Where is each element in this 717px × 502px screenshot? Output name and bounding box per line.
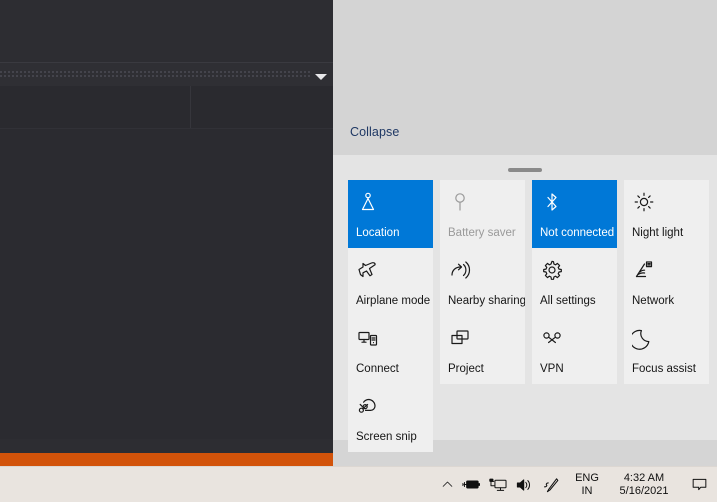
action-center-panel: Collapse Location Battery saver Not connec… bbox=[333, 0, 717, 467]
quick-action-tile-label: All settings bbox=[540, 295, 596, 307]
quick-action-tile-battery-saver: Battery saver bbox=[440, 180, 525, 248]
app-content-area bbox=[0, 128, 333, 440]
quick-action-tile-label: Network bbox=[632, 295, 675, 307]
quick-action-tile-nearby-sharing[interactable]: Nearby sharing bbox=[440, 248, 525, 316]
clock-date: 5/16/2021 bbox=[619, 484, 669, 497]
battery-saver-icon bbox=[448, 190, 472, 214]
notification-balloon-icon bbox=[692, 478, 706, 491]
quick-action-tile-empty bbox=[532, 384, 617, 452]
app-accent-bar bbox=[0, 453, 333, 467]
brightness-sun-icon bbox=[632, 190, 656, 214]
moon-icon bbox=[632, 326, 656, 350]
project-icon bbox=[448, 326, 472, 350]
pen-workspace-button[interactable] bbox=[537, 467, 567, 502]
volume-button[interactable] bbox=[511, 467, 537, 502]
clock-button[interactable]: 4:32 AM 5/16/2021 bbox=[607, 467, 681, 502]
quick-action-tile-empty bbox=[624, 384, 709, 452]
app-dotted-separator-row bbox=[0, 62, 333, 88]
quick-action-tile-label: Focus assist bbox=[632, 363, 696, 375]
wifi-icon bbox=[632, 258, 656, 282]
notifications-area: Collapse bbox=[333, 0, 717, 155]
quick-action-tile-label: Screen snip bbox=[356, 431, 417, 443]
app-subpanel bbox=[0, 86, 333, 129]
speaker-icon bbox=[516, 478, 530, 491]
background-application-window bbox=[0, 0, 333, 467]
quick-action-tile-night-light[interactable]: Night light bbox=[624, 180, 709, 248]
quick-action-tile-label: Not connected bbox=[540, 227, 615, 239]
quick-action-tile-vpn[interactable]: VPN bbox=[532, 316, 617, 384]
battery-charging-icon bbox=[462, 480, 480, 489]
quick-action-tile-grid: Location Battery saver Not connected Night … bbox=[348, 180, 709, 452]
airplane-icon bbox=[356, 258, 380, 282]
quick-action-tile-label: Battery saver bbox=[448, 227, 516, 239]
quick-action-tile-label: VPN bbox=[540, 363, 564, 375]
pen-workspace-icon bbox=[543, 477, 559, 492]
show-hidden-icons-button[interactable] bbox=[435, 467, 459, 502]
connect-icon bbox=[356, 326, 380, 350]
battery-status-button[interactable] bbox=[459, 467, 485, 502]
app-toolbar bbox=[0, 0, 333, 62]
app-status-strip bbox=[0, 439, 333, 453]
chevron-up-icon bbox=[442, 481, 452, 487]
chevron-down-icon[interactable] bbox=[315, 74, 327, 80]
quick-action-tile-label: Airplane mode bbox=[356, 295, 431, 307]
nearby-sharing-icon bbox=[448, 258, 472, 282]
resize-grip-handle[interactable] bbox=[508, 168, 542, 172]
clock-time: 4:32 AM bbox=[623, 471, 665, 484]
quick-action-tile-label: Project bbox=[448, 363, 484, 375]
quick-actions-area: Location Battery saver Not connected Night … bbox=[333, 155, 717, 452]
network-monitor-icon bbox=[488, 478, 507, 491]
quick-action-tile-screen-snip[interactable]: Screen snip bbox=[348, 384, 433, 452]
quick-action-tile-network[interactable]: Network bbox=[624, 248, 709, 316]
language-line-2: IN bbox=[581, 484, 593, 497]
screen-snip-icon bbox=[356, 394, 380, 418]
location-icon bbox=[356, 190, 380, 214]
quick-action-tile-empty bbox=[440, 384, 525, 452]
quick-action-tile-airplane-mode[interactable]: Airplane mode bbox=[348, 248, 433, 316]
gear-icon bbox=[540, 258, 564, 282]
quick-action-tile-all-settings[interactable]: All settings bbox=[532, 248, 617, 316]
quick-action-tile-label: Nearby sharing bbox=[448, 295, 525, 307]
app-subpanel-divider bbox=[190, 86, 191, 128]
action-center-button[interactable] bbox=[681, 467, 717, 502]
vpn-icon bbox=[540, 326, 564, 350]
quick-action-tile-connect[interactable]: Connect bbox=[348, 316, 433, 384]
quick-action-tile-label: Night light bbox=[632, 227, 684, 239]
collapse-link[interactable]: Collapse bbox=[350, 125, 399, 139]
network-status-button[interactable] bbox=[485, 467, 511, 502]
quick-action-tile-not-connected[interactable]: Not connected bbox=[532, 180, 617, 248]
quick-action-tile-project[interactable]: Project bbox=[440, 316, 525, 384]
language-line-1: ENG bbox=[575, 471, 599, 484]
bluetooth-icon bbox=[540, 190, 564, 214]
language-indicator[interactable]: ENG IN bbox=[567, 467, 607, 502]
quick-action-tile-focus-assist[interactable]: Focus assist bbox=[624, 316, 709, 384]
system-tray: ENG IN 4:32 AM 5/16/2021 bbox=[435, 467, 717, 502]
quick-action-tile-label: Location bbox=[356, 227, 400, 239]
taskbar: ENG IN 4:32 AM 5/16/2021 bbox=[0, 466, 717, 502]
quick-action-tile-location[interactable]: Location bbox=[348, 180, 433, 248]
dotted-pattern bbox=[0, 71, 310, 79]
quick-action-tile-label: Connect bbox=[356, 363, 399, 375]
